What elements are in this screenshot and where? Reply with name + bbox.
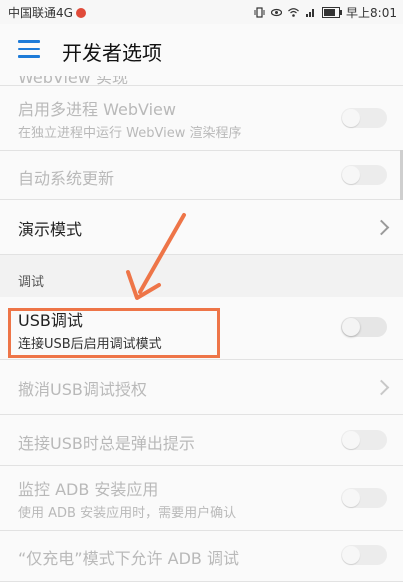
row-title: 启用多进程 WebView bbox=[18, 100, 176, 119]
section-title: 调试 bbox=[18, 275, 45, 290]
clock: 早上8:01 bbox=[346, 6, 397, 20]
row-title: 自动系统更新 bbox=[18, 169, 115, 188]
row-title: 监控 ADB 安装应用 bbox=[18, 480, 159, 499]
multiprocess-webview-toggle bbox=[341, 108, 387, 128]
annotation-highlight-box bbox=[8, 308, 220, 358]
usb-connect-prompt-toggle bbox=[341, 430, 387, 450]
row-charge-only-adb: “仅充电”模式下允许 ADB 调试 bbox=[0, 531, 403, 582]
row-multiprocess-webview: 启用多进程 WebView 在独立进程中运行 WebView 渲染程序 bbox=[0, 86, 403, 151]
status-icons: 早上8:01 bbox=[254, 4, 397, 21]
row-title: 演示模式 bbox=[18, 220, 83, 239]
row-auto-system-update: 自动系统更新 bbox=[0, 151, 403, 200]
hamburger-menu-icon[interactable] bbox=[18, 40, 40, 58]
row-title: WebView 实现 bbox=[18, 76, 128, 86]
charge-only-adb-toggle bbox=[341, 545, 387, 565]
battery-icon bbox=[322, 7, 343, 18]
status-bar: 中国联通4G 早上8:01 bbox=[0, 0, 403, 24]
row-title: 连接USB时总是弹出提示 bbox=[18, 434, 195, 453]
row-title: 撤消USB调试授权 bbox=[18, 380, 147, 399]
eye-icon bbox=[271, 8, 283, 17]
app-bar: 开发者选项 bbox=[0, 24, 403, 76]
row-revoke-usb-authorization: 撤消USB调试授权 bbox=[0, 360, 403, 415]
carrier-badge-icon bbox=[75, 8, 86, 18]
usb-debugging-toggle[interactable] bbox=[341, 317, 387, 337]
row-webview-implementation: WebView 实现 bbox=[0, 76, 403, 86]
row-usb-connect-prompt: 连接USB时总是弹出提示 bbox=[0, 415, 403, 466]
auto-system-update-toggle bbox=[341, 165, 387, 185]
row-title: “仅充电”模式下允许 ADB 调试 bbox=[18, 549, 239, 568]
signal-icon bbox=[306, 9, 315, 17]
row-monitor-adb-installs: 监控 ADB 安装应用 使用 ADB 安装应用时，需要用户确认 bbox=[0, 466, 403, 531]
row-subtitle: 使用 ADB 安装应用时，需要用户确认 bbox=[18, 506, 237, 521]
chevron-right-icon bbox=[373, 219, 390, 236]
vibrate-icon bbox=[254, 7, 265, 18]
row-subtitle: 在独立进程中运行 WebView 渲染程序 bbox=[18, 126, 242, 141]
carrier-label: 中国联通4G bbox=[8, 4, 86, 21]
row-demo-mode[interactable]: 演示模式 bbox=[0, 200, 403, 255]
wifi-icon bbox=[288, 8, 299, 17]
monitor-adb-installs-toggle bbox=[341, 488, 387, 508]
section-header-debug: 调试 bbox=[0, 255, 403, 297]
page-title: 开发者选项 bbox=[62, 41, 162, 65]
chevron-right-icon bbox=[373, 379, 390, 396]
battery-level bbox=[324, 9, 336, 16]
carrier-text: 中国联通4G bbox=[8, 6, 73, 20]
